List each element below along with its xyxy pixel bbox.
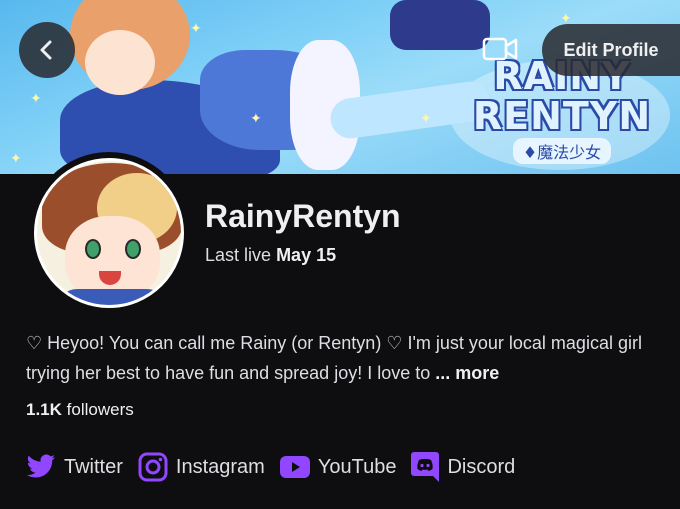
avatar-art-eye (85, 239, 101, 259)
logo-subtitle: ♦魔法少女 (512, 138, 612, 164)
avatar-art-collar (57, 289, 167, 305)
last-live-prefix: Last live (205, 245, 272, 265)
star-icon: ✦ (420, 110, 432, 126)
twitter-icon (26, 454, 55, 478)
social-label-youtube: YouTube (317, 455, 397, 478)
social-label-instagram: Instagram (175, 455, 265, 478)
bio-more-link[interactable]: ... more (435, 363, 499, 383)
star-icon: ✦ (250, 110, 262, 126)
star-icon: ✦ (10, 150, 22, 166)
avatar-art-eye (125, 239, 141, 259)
back-button[interactable] (19, 22, 75, 78)
avatar-image (34, 158, 184, 308)
instagram-icon (138, 452, 168, 482)
followers-number: 1.1K (26, 400, 62, 419)
banner-art-face (85, 30, 155, 95)
discord-icon (411, 452, 440, 482)
bio-text: ♡ Heyoo! You can call me Rainy (or Renty… (26, 333, 642, 383)
youtube-icon (279, 456, 310, 478)
social-label-twitter: Twitter (64, 455, 123, 478)
last-live-text: Last live May 15 (205, 244, 336, 266)
social-link-youtube[interactable]: YouTube (279, 455, 397, 479)
social-link-discord[interactable]: Discord (411, 452, 515, 482)
video-camera-icon[interactable] (482, 36, 518, 62)
followers-label: followers (66, 400, 134, 419)
star-icon: ✦ (30, 90, 42, 106)
edit-profile-button[interactable]: Edit Profile (542, 24, 680, 76)
star-icon: ✦ (190, 20, 202, 36)
last-live-date: May 15 (276, 245, 337, 265)
followers-count: 1.1K followers (26, 399, 134, 421)
avatar[interactable] (28, 152, 190, 314)
channel-name: RainyRentyn (205, 198, 401, 234)
social-label-discord: Discord (447, 455, 516, 478)
banner-art-boot (390, 0, 490, 50)
social-link-twitter[interactable]: Twitter (26, 454, 123, 480)
social-link-instagram[interactable]: Instagram (138, 452, 265, 482)
channel-bio: ♡ Heyoo! You can call me Rainy (or Renty… (26, 328, 666, 388)
chevron-left-icon (40, 40, 52, 60)
logo-line-2: RENTYN (472, 94, 652, 138)
social-links: Twitter Instagram YouTube Discord (26, 450, 530, 484)
